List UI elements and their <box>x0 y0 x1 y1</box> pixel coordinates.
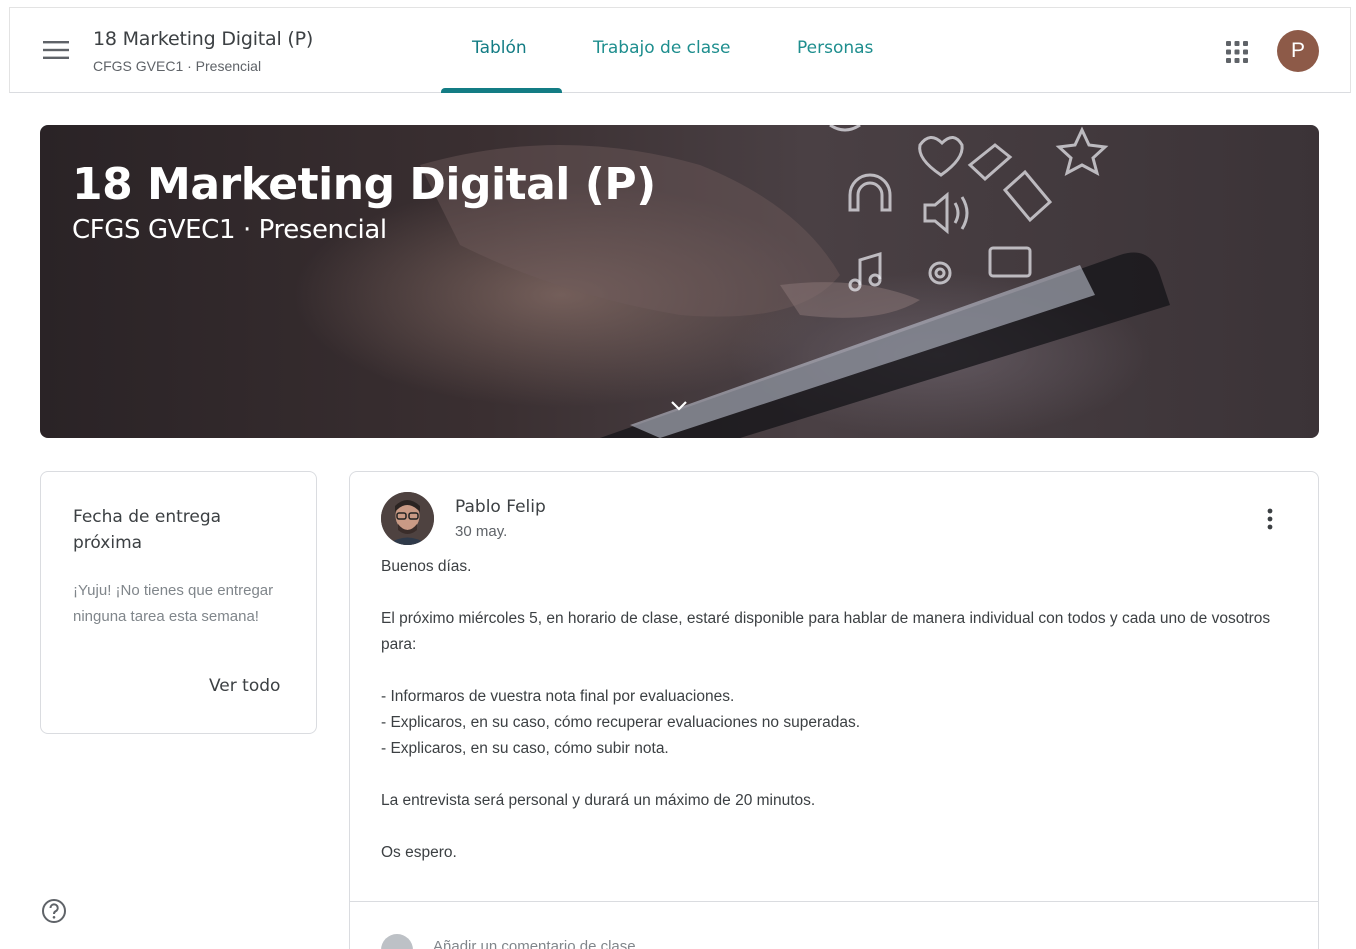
banner-title: 18 Marketing Digital (P) <box>72 159 656 210</box>
google-apps-button[interactable] <box>1217 32 1257 72</box>
help-circle-icon <box>42 899 66 923</box>
post-date: 30 may. <box>455 523 508 540</box>
account-avatar[interactable]: P <box>1277 30 1319 72</box>
class-banner: 18 Marketing Digital (P) CFGS GVEC1 · Pr… <box>40 125 1319 438</box>
post-line: La entrevista será personal y durará un … <box>381 792 816 809</box>
class-section: CFGS GVEC1 · Presencial <box>93 58 262 74</box>
active-tab-indicator <box>441 88 562 93</box>
tab-classwork[interactable]: Trabajo de clase <box>593 38 731 58</box>
upcoming-work-card: Fecha de entrega próxima ¡Yuju! ¡No tien… <box>40 471 317 734</box>
help-button[interactable] <box>40 897 68 925</box>
post-line <box>381 658 1291 684</box>
post-line: - Informaros de vuestra nota final por e… <box>381 688 735 705</box>
post-line <box>381 762 1291 788</box>
post-line <box>381 580 1291 606</box>
post-author[interactable]: Pablo Felip <box>455 497 546 517</box>
upcoming-title: Fecha de entrega próxima <box>73 507 222 553</box>
comment-avatar <box>381 934 413 949</box>
post-line: Buenos días. <box>381 558 472 575</box>
post-line <box>381 814 1291 840</box>
class-title[interactable]: 18 Marketing Digital (P) <box>93 28 313 50</box>
class-comment-input[interactable]: Añadir un comentario de clase <box>433 938 636 949</box>
post-line: - Explicaros, en su caso, cómo subir not… <box>381 740 669 757</box>
top-app-bar: 18 Marketing Digital (P) CFGS GVEC1 · Pr… <box>9 7 1351 93</box>
announcement-post: Pablo Felip 30 may. Buenos días. El próx… <box>349 471 1319 949</box>
banner-subtitle: CFGS GVEC1 · Presencial <box>72 215 387 245</box>
author-avatar <box>381 492 434 545</box>
main-menu-button[interactable] <box>32 32 80 68</box>
post-divider <box>350 901 1318 902</box>
hamburger-menu-icon <box>43 41 69 59</box>
upcoming-message: ¡Yuju! ¡No tienes que entregar ninguna t… <box>73 582 274 625</box>
tab-stream[interactable]: Tablón <box>472 38 527 58</box>
chevron-down-icon <box>671 401 687 411</box>
post-body: Buenos días. El próximo miércoles 5, en … <box>381 554 1291 866</box>
banner-expand-button[interactable] <box>666 393 692 419</box>
google-apps-grid-icon <box>1226 41 1248 63</box>
more-vert-icon <box>1267 508 1273 530</box>
view-all-link[interactable]: Ver todo <box>209 676 280 696</box>
tab-people[interactable]: Personas <box>797 38 873 58</box>
post-line: - Explicaros, en su caso, cómo recuperar… <box>381 714 861 731</box>
post-options-button[interactable] <box>1255 504 1285 534</box>
post-line: Os espero. <box>381 844 457 861</box>
post-line: El próximo miércoles 5, en horario de cl… <box>381 610 1271 653</box>
